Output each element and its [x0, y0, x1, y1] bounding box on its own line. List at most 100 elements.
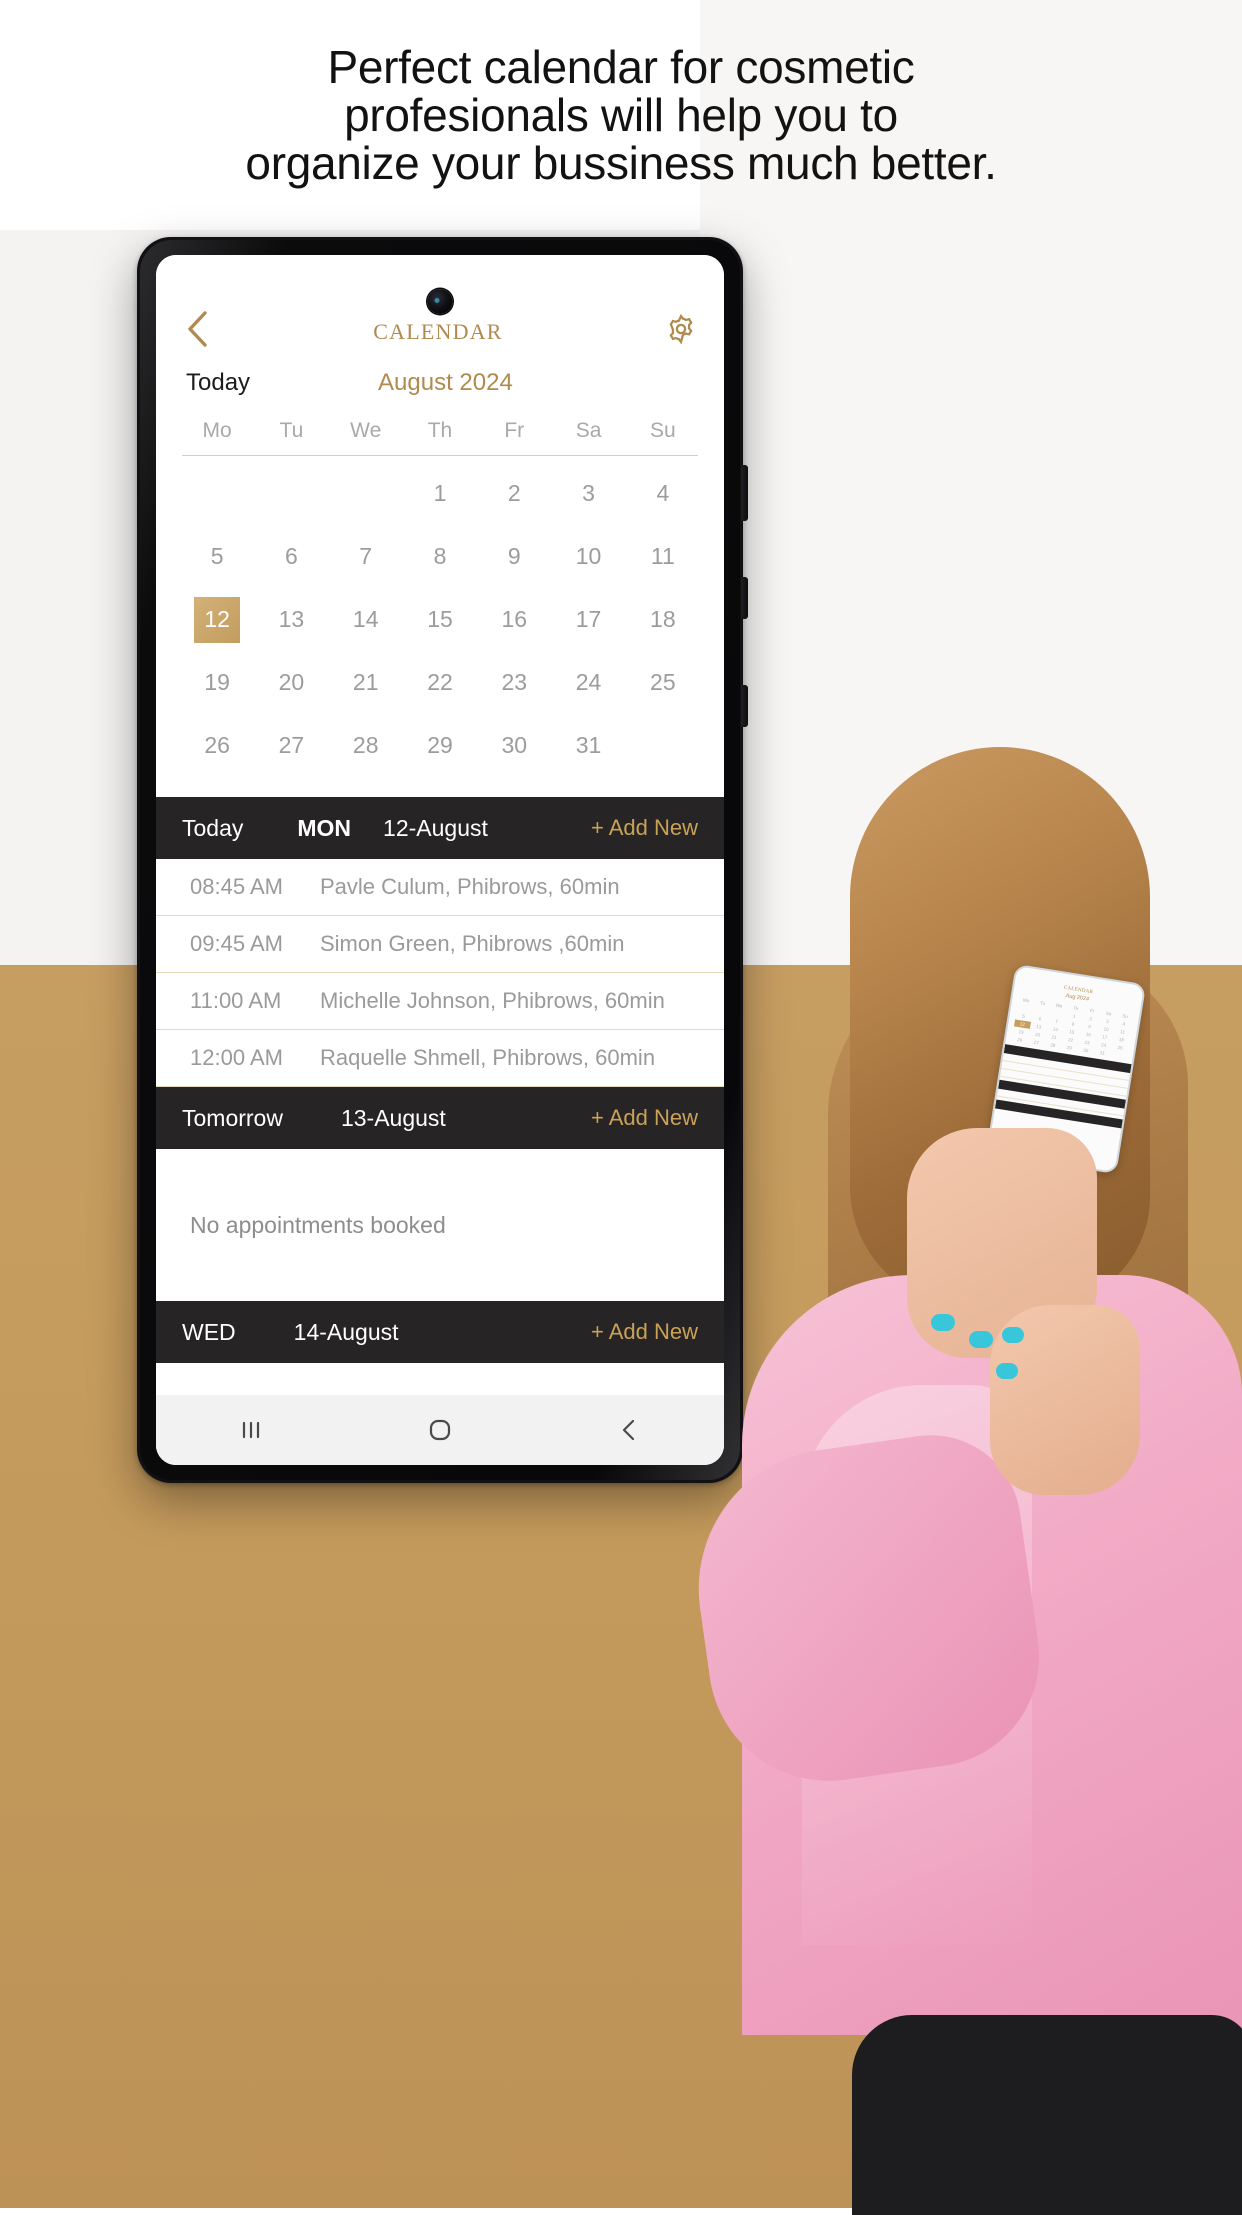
calendar-cell-10[interactable]: 10	[551, 525, 625, 588]
android-navigation-bar	[156, 1395, 724, 1465]
appointment-row[interactable]: 12:00 AM Raquelle Shmell, Phibrows, 60min	[156, 1030, 724, 1087]
current-month-label[interactable]: August 2024	[378, 369, 513, 397]
front-camera-punch-hole	[427, 289, 453, 314]
calendar-weeks: 1 2 3 4 5 6 7 8 9 10 11 12 13 14 15 16 17 18 19 20 21 22 23 24 2…	[180, 462, 700, 777]
calendar-cell-empty	[254, 462, 328, 525]
calendar-cell-9[interactable]: 9	[477, 525, 551, 588]
back-button[interactable]	[182, 307, 212, 351]
appointment-row[interactable]: 08:45 AM Pavle Culum, Phibrows, 60min	[156, 859, 724, 916]
calendar-cell-26[interactable]: 26	[180, 714, 254, 777]
day-header-date: 13-August	[340, 1104, 446, 1131]
calendar-cell-4[interactable]: 4	[626, 462, 700, 525]
calendar-cell-3[interactable]: 3	[551, 462, 625, 525]
phone-device-mockup: Calendar Today August 2024 Mo Tu We Th Fr Sa S…	[137, 237, 748, 1483]
calendar-cell-16[interactable]: 16	[477, 588, 551, 651]
calendar-cell-6[interactable]: 6	[254, 525, 328, 588]
calendar-cell-14[interactable]: 14	[329, 588, 403, 651]
phone-screen: Calendar Today August 2024 Mo Tu We Th Fr Sa S…	[156, 255, 724, 1465]
calendar-cell-15[interactable]: 15	[403, 588, 477, 651]
headline-line-2: profesionals will help you to	[344, 88, 898, 141]
calendar-week-row: 1234	[180, 462, 700, 525]
weekday-label-fr: Fr	[504, 419, 525, 442]
calendar-cell-29[interactable]: 29	[403, 714, 477, 777]
calendar-cell-30[interactable]: 30	[477, 714, 551, 777]
calendar-cell-21[interactable]: 21	[329, 651, 403, 714]
appointment-row[interactable]: 09:45 AM Simon Green, Phibrows ,60min	[156, 916, 724, 973]
day-header-label: WED	[182, 1318, 236, 1345]
calendar-cell-17[interactable]: 17	[551, 588, 625, 651]
add-new-appointment-button[interactable]: + Add New	[591, 1105, 698, 1131]
calendar-cell-1[interactable]: 1	[403, 462, 477, 525]
calendar-cell-22[interactable]: 22	[403, 651, 477, 714]
day-header-label: Today	[182, 814, 244, 841]
calendar-cell-28[interactable]: 28	[329, 714, 403, 777]
weekday-label-mo: Mo	[202, 419, 232, 442]
back-chevron-icon	[623, 1419, 635, 1441]
home-circle-icon	[429, 1419, 451, 1441]
weekday-header-row: Mo Tu We Th Fr Sa Su	[180, 419, 700, 455]
weekday-label-tu: Tu	[279, 419, 304, 442]
calendar-cell-18[interactable]: 18	[626, 588, 700, 651]
appointment-time: 08:45 AM	[190, 874, 283, 899]
appointment-description: Michelle Johnson, Phibrows, 60min	[320, 988, 665, 1013]
add-new-appointment-button[interactable]: + Add New	[591, 815, 698, 841]
calendar-cell-23[interactable]: 23	[477, 651, 551, 714]
calendar-cell-27[interactable]: 27	[254, 714, 328, 777]
calendar-cell-19[interactable]: 19	[180, 651, 254, 714]
weekday-label-sa: Sa	[575, 419, 602, 442]
weekday-label-we: We	[350, 419, 382, 442]
appointment-time: 11:00 AM	[190, 988, 282, 1013]
calendar-cell-2[interactable]: 2	[477, 462, 551, 525]
day-header: Today MON 12-August + Add New	[156, 797, 724, 859]
appointment-time: 09:45 AM	[190, 931, 283, 956]
calendar-cell-31[interactable]: 31	[551, 714, 625, 777]
phone-side-button-power[interactable]	[741, 685, 748, 727]
calendar-week-row: 12 13 14 15 16 17 18	[180, 588, 700, 651]
recents-button[interactable]	[214, 1408, 288, 1452]
calendar-week-row: 19 20 21 22 23 24 25	[180, 651, 700, 714]
settings-button[interactable]	[664, 312, 698, 346]
weekday-label-su: Su	[650, 419, 676, 442]
chevron-left-icon	[188, 311, 207, 347]
system-back-button[interactable]	[592, 1408, 666, 1452]
calendar-cell-empty	[329, 462, 403, 525]
no-appointments-label: No appointments booked	[190, 1211, 446, 1238]
calendar-week-row: 5 6 7 8 9 10 11	[180, 525, 700, 588]
calendar-cell-8[interactable]: 8	[403, 525, 477, 588]
appointment-description: Raquelle Shmell, Phibrows, 60min	[320, 1045, 656, 1070]
headline-line-1: Perfect calendar for cosmetic	[327, 41, 915, 93]
day-header-label: Tomorrow	[182, 1104, 283, 1131]
page-title: Perfect calendar for cosmetic profesiona…	[0, 41, 1242, 189]
app-title: Calendar	[373, 311, 503, 346]
calendar-cell-selected[interactable]: 12	[180, 588, 254, 651]
day-header-weekday: MON	[297, 814, 352, 841]
calendar-grid: Mo Tu We Th Fr Sa Su 1 2 3 4 5 6 7 8 9 10 11 12 13 14 15 16 17…	[156, 405, 724, 797]
recents-icon	[242, 1421, 259, 1439]
calendar-cell-25[interactable]: 25	[626, 651, 700, 714]
day-header-date: 12-August	[383, 814, 488, 841]
calendar-cell-20[interactable]: 20	[254, 651, 328, 714]
headline-line-3: organize your bussiness much better.	[245, 136, 997, 189]
add-new-appointment-button[interactable]: + Add New	[591, 1319, 698, 1345]
schedule-list: Today MON 12-August + Add New 08:45 AM Pavle …	[156, 797, 724, 1465]
home-button[interactable]	[403, 1408, 477, 1452]
calendar-cell-24[interactable]: 24	[551, 651, 625, 714]
calendar-cell-selected-highlight: 12	[194, 596, 241, 643]
month-selector-row: Today August 2024	[156, 359, 724, 405]
weekday-label-th: Th	[427, 419, 453, 442]
gear-icon	[669, 313, 693, 345]
calendar-cell-11[interactable]: 11	[626, 525, 700, 588]
appointment-description: Pavle Culum, Phibrows, 60min	[320, 874, 620, 899]
day-header-date: 14-August	[293, 1318, 399, 1345]
calendar-cell-5[interactable]: 5	[180, 525, 254, 588]
phone-side-button-volume-up[interactable]	[741, 465, 748, 521]
phone-side-button-volume-down[interactable]	[741, 577, 748, 619]
appointment-row[interactable]: 11:00 AM Michelle Johnson, Phibrows, 60mi…	[156, 973, 724, 1030]
appointment-description: Simon Green, Phibrows ,60min	[320, 931, 625, 956]
calendar-cell-7[interactable]: 7	[329, 525, 403, 588]
calendar-cell-13[interactable]: 13	[254, 588, 328, 651]
today-button[interactable]: Today	[186, 369, 250, 397]
day-header: Tomorrow 13-August + Add New	[156, 1087, 724, 1149]
calendar-divider	[182, 455, 698, 456]
calendar-week-row: 26 27 28 29 30 31	[180, 714, 700, 777]
